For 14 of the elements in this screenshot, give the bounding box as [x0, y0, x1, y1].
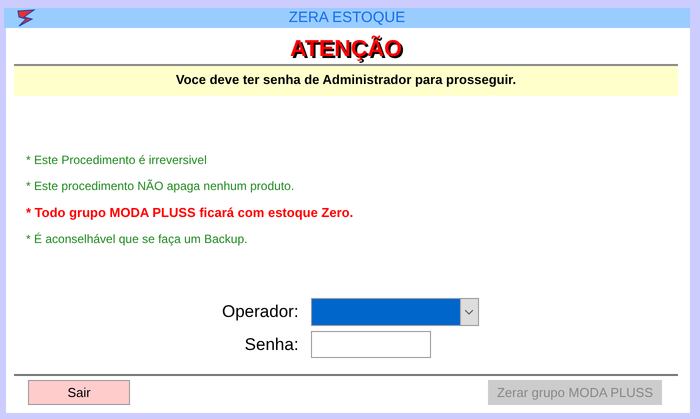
warning-text: * Todo grupo MODA PLUSS ficará com estoque Zero.: [26, 204, 354, 222]
caret-icon: [465, 310, 474, 314]
note-text: * Este procedimento NÃO apaga nenhum produto.: [26, 178, 296, 194]
password-label: Senha:: [244, 334, 299, 356]
window-title: ZERA ESTOQUE: [4, 8, 690, 28]
note-text: * É aconselhável que se faça um Backup.: [26, 231, 248, 248]
notice-text: Voce deve ter senha de Administrador para prosseguir.: [14, 66, 678, 96]
operator-select[interactable]: [310, 298, 479, 326]
password-field[interactable]: [310, 331, 431, 358]
logo-icon: [16, 9, 36, 27]
note-text: * Este Procedimento é irreversivel: [26, 152, 208, 168]
warning-heading: ATENÇÃO: [290, 34, 402, 62]
operator-label: Operador:: [222, 301, 299, 324]
exit-button[interactable]: Sair: [28, 380, 130, 405]
